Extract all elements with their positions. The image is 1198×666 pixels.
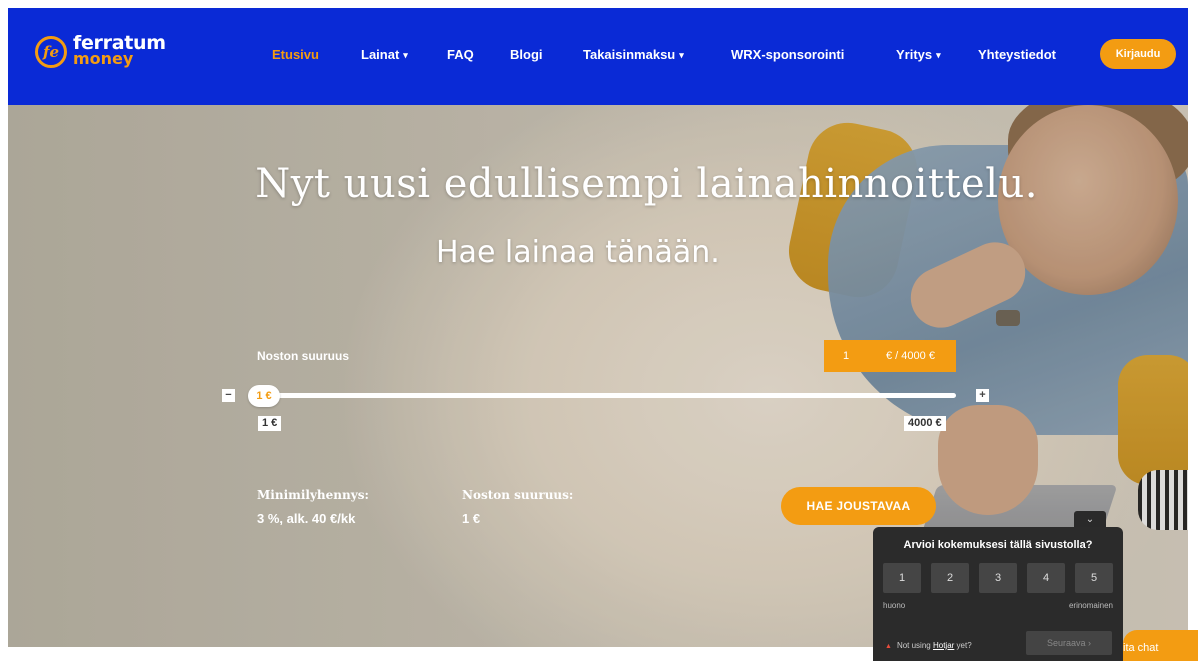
slider-min-label: 1 € [258,416,282,431]
amount-label: Noston suuruus [257,349,349,363]
withdrawal-value: 1 € [462,511,481,526]
chat-label: ita chat [1123,642,1159,654]
nav-item-etusivu[interactable]: Etusivu [272,47,319,62]
min-payment-label: Minimilyhennys: [257,488,369,502]
ferratum-logo[interactable]: fe ferratum money [35,34,166,68]
nav-item-takaisinmaksu[interactable]: Takaisinmaksu ▾ [583,47,684,62]
hotjar-link[interactable]: Hotjar [933,641,954,650]
amount-slider-track[interactable] [256,393,956,398]
footer-suffix: yet? [956,641,972,650]
fe-logo-icon: fe [35,36,67,68]
amount-field: € / 4000 € [824,340,956,372]
rating-option-4[interactable]: 4 [1027,563,1065,593]
amount-unit: € / 4000 € [886,350,935,362]
nav-item-wrx[interactable]: WRX-sponsorointi [731,47,844,62]
decrease-button[interactable]: − [222,389,235,402]
nav-item-blogi[interactable]: Blogi [510,47,543,62]
rating-option-2[interactable]: 2 [931,563,969,593]
feedback-footer: ▲ Not using Hotjar yet? [885,641,972,650]
amount-input[interactable] [824,350,868,362]
footer-prefix: Not using [896,641,931,650]
hero-title: Nyt uusi edullisempi lainahinnoittelu. [255,161,1038,207]
top-navigation: fe ferratum money Etusivu Lainat ▾ FAQ Bl… [8,8,1188,105]
rating-low-label: huono [883,601,906,610]
logo-wordmark: ferratum money [73,34,166,67]
rating-option-5[interactable]: 5 [1075,563,1113,593]
nav-label: Lainat [361,47,400,62]
min-payment-value: 3 %, alk. 40 €/kk [257,511,356,526]
nav-label: Yritys [896,47,933,62]
feedback-next-button[interactable]: Seuraava › [1026,631,1112,655]
nav-label: Yhteystiedot [978,47,1057,62]
nav-label: WRX-sponsorointi [731,47,845,62]
nav-item-lainat[interactable]: Lainat ▾ [361,47,408,62]
nav-item-yhteystiedot[interactable]: Yhteystiedot [978,47,1056,62]
rating-option-1[interactable]: 1 [883,563,921,593]
nav-item-yritys[interactable]: Yritys ▾ [896,47,941,62]
chevron-down-icon: ▾ [936,50,941,60]
rating-option-3[interactable]: 3 [979,563,1017,593]
amount-slider-handle[interactable]: 1 € [248,385,280,407]
rating-high-label: erinomainen [1068,601,1113,610]
chat-button[interactable]: ita chat [1123,630,1198,661]
hero-subtitle: Hae lainaa tänään. [436,235,720,270]
hotjar-flame-icon: ▲ [885,643,892,650]
nav-label: Etusivu [272,47,319,62]
apply-button[interactable]: HAE JOUSTAVAA [781,487,936,525]
slider-max-label: 4000 € [904,416,946,431]
nav-item-faq[interactable]: FAQ [447,47,474,62]
nav-label: Takaisinmaksu [583,47,676,62]
feedback-question: Arvioi kokemuksesi tällä sivustolla? [903,539,1093,551]
nav-label: Blogi [510,47,543,62]
withdrawal-label: Noston suuruus: [462,488,574,502]
increase-button[interactable]: + [976,389,989,402]
login-button[interactable]: Kirjaudu [1100,39,1176,69]
chevron-down-icon: ▾ [403,50,408,60]
chevron-down-icon: ▾ [679,50,684,60]
nav-label: FAQ [447,47,474,62]
feedback-widget: Arvioi kokemuksesi tällä sivustolla? 1 2… [873,527,1123,661]
